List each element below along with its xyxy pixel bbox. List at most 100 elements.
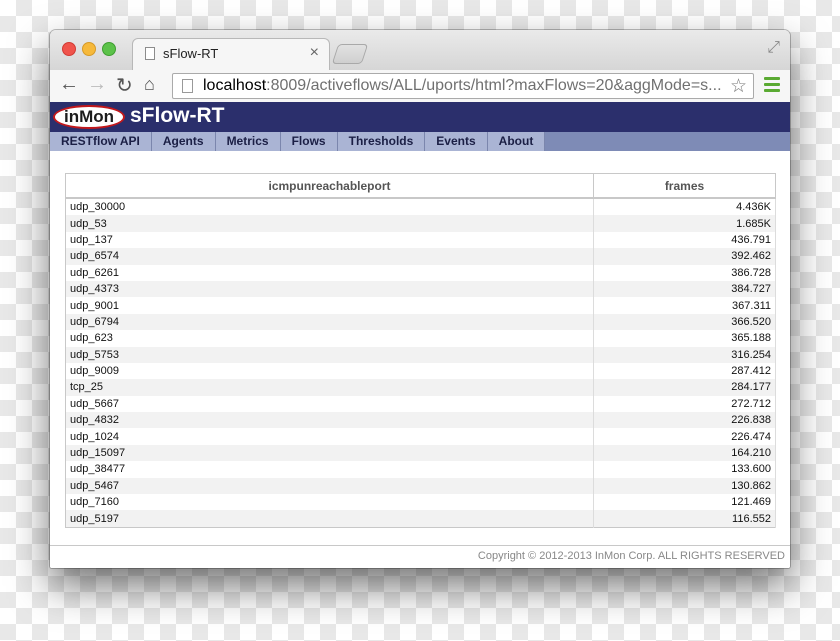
- table-header-row: icmpunreachableport frames: [65, 173, 776, 199]
- port-cell: udp_38477: [65, 461, 594, 478]
- tab-strip: sFlow-RT × ⤢: [50, 30, 790, 70]
- frames-cell: 1.685K: [593, 215, 776, 232]
- frames-cell: 4.436K: [593, 198, 776, 216]
- frames-cell: 436.791: [593, 231, 776, 249]
- url-host: localhost: [203, 77, 267, 94]
- browser-tab[interactable]: sFlow-RT ×: [132, 38, 330, 70]
- table-body: udp_30000 4.436K udp_53 1.685K udp_137 436.79…: [65, 198, 776, 528]
- address-bar[interactable]: localhost:8009/activeflows/ALL/uports/ht…: [172, 73, 754, 99]
- table-row: udp_5197 116.552: [65, 510, 776, 528]
- url-path: :8009/activeflows/ALL/uports/html?maxFlo…: [266, 77, 722, 94]
- port-cell: udp_30000: [65, 198, 594, 216]
- table-row: udp_6794 366.520: [65, 313, 776, 331]
- table-row: udp_1024 226.474: [65, 428, 776, 445]
- menu-item-agents[interactable]: Agents: [151, 132, 216, 151]
- column-header-frames[interactable]: frames: [593, 173, 776, 199]
- frames-cell: 365.188: [593, 330, 776, 347]
- menu-item-thresholds[interactable]: Thresholds: [337, 132, 426, 151]
- table-row: udp_5753 316.254: [65, 346, 776, 363]
- tab-close-icon[interactable]: ×: [310, 44, 319, 62]
- url-text[interactable]: localhost:8009/activeflows/ALL/uports/ht…: [203, 77, 723, 95]
- menu-item-flows[interactable]: Flows: [280, 132, 338, 151]
- back-arrow-icon[interactable]: ←: [59, 73, 79, 96]
- port-cell: udp_7160: [65, 494, 594, 511]
- table-row: udp_4373 384.727: [65, 280, 776, 298]
- frames-cell: 116.552: [593, 510, 776, 528]
- port-cell: udp_623: [65, 330, 594, 347]
- port-cell: udp_4373: [65, 280, 594, 298]
- table-row: udp_623 365.188: [65, 330, 776, 347]
- browser-window: sFlow-RT × ⤢ ← → ↻ ⌂ localhost:8009/acti…: [50, 30, 790, 568]
- port-cell: tcp_25: [65, 379, 594, 396]
- frames-cell: 284.177: [593, 379, 776, 396]
- menu-items: RESTflow API Agents Metrics Flows Thresholds…: [50, 132, 546, 151]
- frames-cell: 384.727: [593, 280, 776, 298]
- table-row: udp_137 436.791: [65, 231, 776, 249]
- frames-cell: 386.728: [593, 264, 776, 281]
- fullscreen-icon[interactable]: ⤢: [767, 39, 780, 57]
- frames-cell: 272.712: [593, 395, 776, 413]
- frames-cell: 226.474: [593, 428, 776, 445]
- port-cell: udp_5197: [65, 510, 594, 528]
- table-row: udp_7160 121.469: [65, 494, 776, 511]
- table-row: udp_6574 392.462: [65, 248, 776, 265]
- port-cell: udp_5667: [65, 395, 594, 413]
- port-cell: udp_9009: [65, 362, 594, 380]
- menu-item-restflow-api[interactable]: RESTflow API: [50, 132, 152, 151]
- page-footer: Copyright © 2012-2013 InMon Corp. ALL RI…: [50, 545, 790, 568]
- frames-cell: 226.838: [593, 412, 776, 429]
- new-tab-button[interactable]: [331, 44, 369, 64]
- port-cell: udp_15097: [65, 444, 594, 462]
- column-header-icmpunreachableport[interactable]: icmpunreachableport: [65, 173, 594, 199]
- table-row: udp_6261 386.728: [65, 264, 776, 281]
- port-cell: udp_6574: [65, 248, 594, 265]
- table-row: udp_38477 133.600: [65, 461, 776, 478]
- port-cell: udp_9001: [65, 297, 594, 314]
- app-menu-bar: RESTflow API Agents Metrics Flows Thresholds…: [50, 132, 790, 151]
- frames-cell: 366.520: [593, 313, 776, 331]
- frames-cell: 367.311: [593, 297, 776, 314]
- app-title: sFlow-RT: [130, 104, 225, 127]
- bookmark-star-icon[interactable]: ☆: [730, 75, 747, 98]
- table-row: udp_5467 130.862: [65, 477, 776, 495]
- window-close-button[interactable]: [62, 42, 76, 56]
- frames-cell: 316.254: [593, 346, 776, 363]
- forward-arrow-icon[interactable]: →: [87, 73, 107, 96]
- window-maximize-button[interactable]: [102, 42, 116, 56]
- browser-toolbar: ← → ↻ ⌂ localhost:8009/activeflows/ALL/u…: [50, 70, 790, 103]
- table-row: tcp_25 284.177: [65, 379, 776, 396]
- port-cell: udp_5753: [65, 346, 594, 363]
- port-cell: udp_137: [65, 231, 594, 249]
- menu-item-metrics[interactable]: Metrics: [215, 132, 281, 151]
- hamburger-menu-icon[interactable]: [764, 77, 780, 93]
- table-row: udp_15097 164.210: [65, 444, 776, 462]
- menu-item-about[interactable]: About: [487, 132, 546, 151]
- app-header: inMon sFlow-RT: [50, 102, 790, 132]
- port-cell: udp_6261: [65, 264, 594, 281]
- frames-cell: 287.412: [593, 362, 776, 380]
- page-icon: [182, 79, 193, 93]
- table-row: udp_30000 4.436K: [65, 198, 776, 216]
- frames-cell: 164.210: [593, 444, 776, 462]
- main-content: icmpunreachableport frames udp_30000 4.43…: [50, 151, 790, 546]
- frames-cell: 133.600: [593, 461, 776, 478]
- menu-item-events[interactable]: Events: [425, 132, 488, 151]
- flows-table: icmpunreachableport frames udp_30000 4.43…: [65, 173, 776, 528]
- frames-cell: 130.862: [593, 477, 776, 495]
- table-row: udp_5667 272.712: [65, 395, 776, 413]
- tab-title: sFlow-RT: [163, 46, 219, 61]
- frames-cell: 392.462: [593, 248, 776, 265]
- inmon-logo: inMon: [53, 105, 125, 129]
- table-row: udp_9001 367.311: [65, 297, 776, 314]
- reload-icon[interactable]: ↻: [116, 73, 133, 98]
- table-row: udp_4832 226.838: [65, 412, 776, 429]
- port-cell: udp_6794: [65, 313, 594, 331]
- table-row: udp_9009 287.412: [65, 362, 776, 380]
- page-icon: [145, 47, 155, 60]
- frames-cell: 121.469: [593, 494, 776, 511]
- port-cell: udp_4832: [65, 412, 594, 429]
- window-minimize-button[interactable]: [82, 42, 96, 56]
- port-cell: udp_53: [65, 215, 594, 232]
- home-icon[interactable]: ⌂: [144, 74, 155, 95]
- port-cell: udp_5467: [65, 477, 594, 495]
